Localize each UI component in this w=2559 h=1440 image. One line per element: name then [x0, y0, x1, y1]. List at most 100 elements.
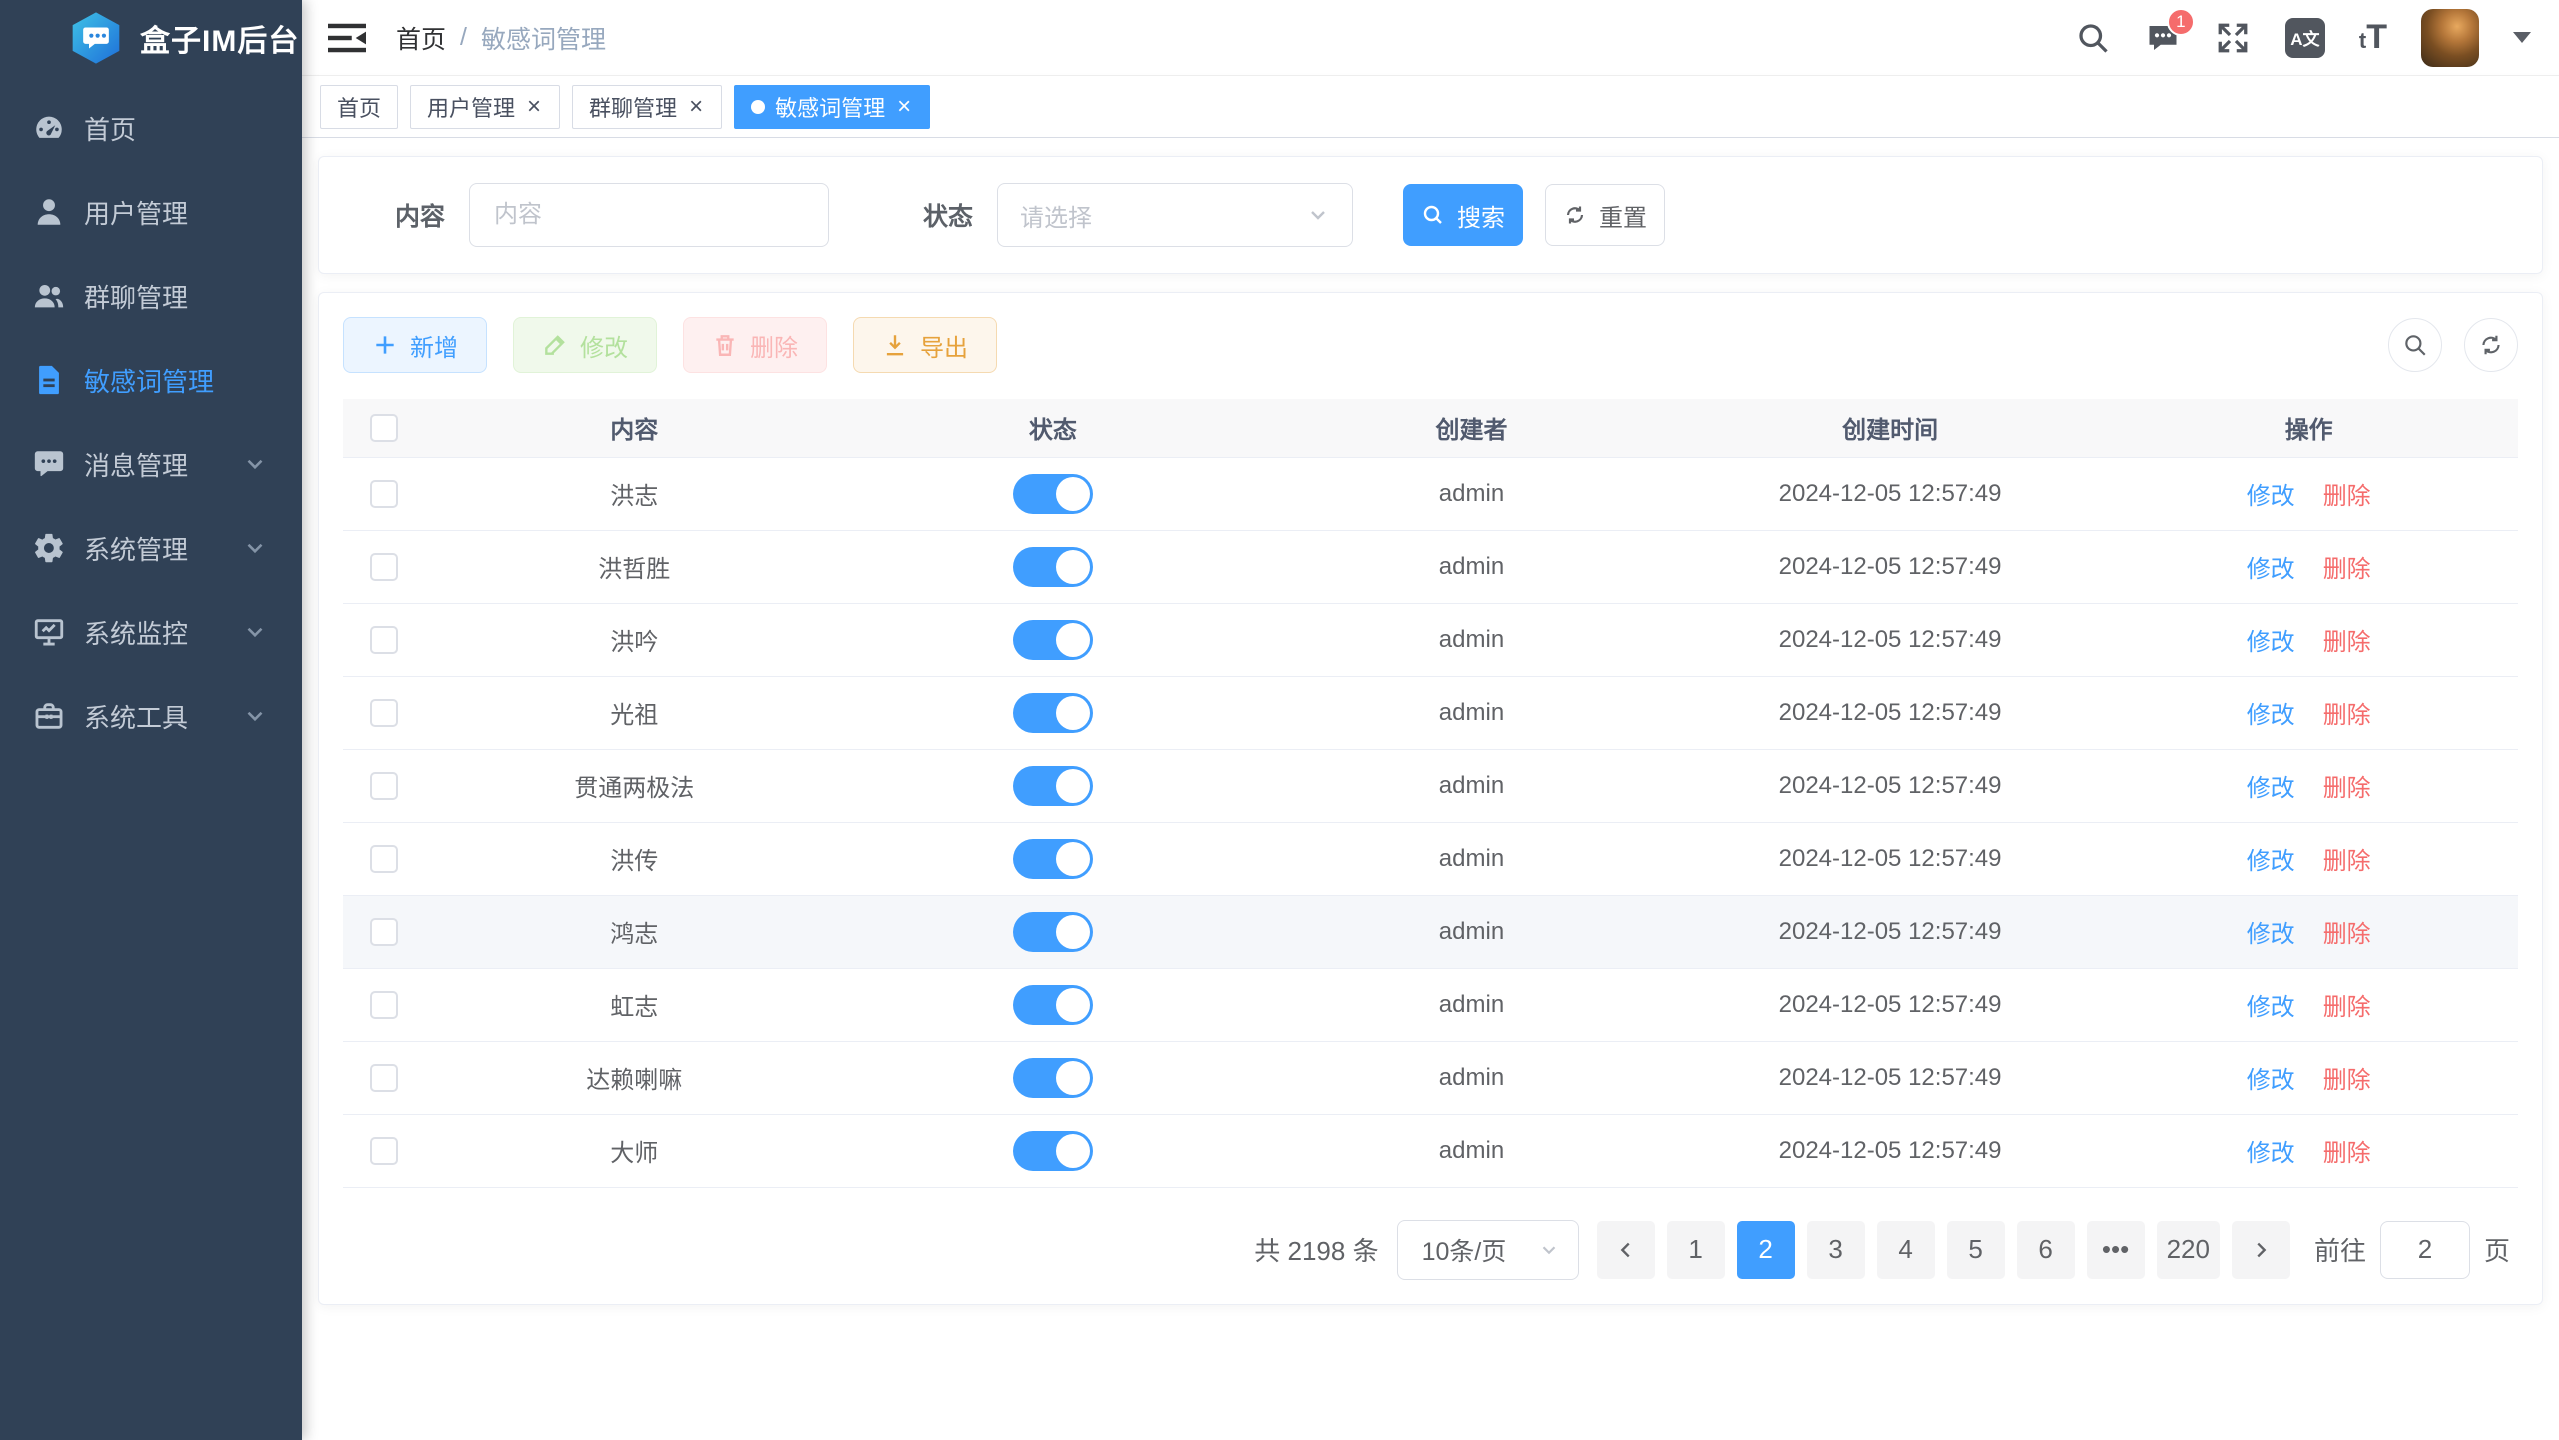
page-button[interactable]: 4	[1877, 1221, 1935, 1279]
prev-page-button[interactable]	[1597, 1221, 1655, 1279]
row-delete-link[interactable]: 删除	[2323, 848, 2371, 875]
sidebar-item-label: 消息管理	[84, 446, 242, 483]
sidebar-item-messages[interactable]: 消息管理	[0, 422, 302, 506]
sidebar-item-label: 系统管理	[84, 530, 242, 567]
toggle-knob	[1056, 988, 1090, 1022]
header-search-icon[interactable]	[2075, 20, 2111, 56]
content-filter-input[interactable]	[469, 183, 829, 247]
status-toggle-on[interactable]	[1013, 766, 1093, 806]
page-button[interactable]: 2	[1737, 1221, 1795, 1279]
status-toggle-on[interactable]	[1013, 1058, 1093, 1098]
sidebar-collapse-icon[interactable]	[328, 22, 366, 54]
language-translate-icon[interactable]: A文	[2285, 18, 2325, 58]
row-delete-link[interactable]: 删除	[2323, 1140, 2371, 1167]
row-checkbox[interactable]	[370, 626, 398, 654]
sidebar-item-label: 系统监控	[84, 614, 242, 651]
row-delete-link[interactable]: 删除	[2323, 629, 2371, 656]
status-toggle-on[interactable]	[1013, 839, 1093, 879]
status-toggle-on[interactable]	[1013, 547, 1093, 587]
row-checkbox[interactable]	[370, 918, 398, 946]
status-toggle-on[interactable]	[1013, 474, 1093, 514]
row-checkbox[interactable]	[370, 553, 398, 581]
status-toggle-on[interactable]	[1013, 985, 1093, 1025]
sidebar-item-groups[interactable]: 群聊管理	[0, 254, 302, 338]
row-checkbox[interactable]	[370, 1064, 398, 1092]
tab-close-icon[interactable]: ×	[525, 95, 543, 119]
row-checkbox[interactable]	[370, 480, 398, 508]
sidebar-item-system-management[interactable]: 系统管理	[0, 506, 302, 590]
row-checkbox[interactable]	[370, 772, 398, 800]
row-edit-link[interactable]: 修改	[2247, 1067, 2295, 1094]
app-logo[interactable]: 盒子IM后台	[0, 0, 302, 76]
row-delete-link[interactable]: 删除	[2323, 921, 2371, 948]
pager-ellipsis[interactable]: •••	[2087, 1221, 2145, 1279]
chevron-left-icon	[1615, 1239, 1637, 1261]
plus-icon	[372, 332, 398, 358]
reset-button[interactable]: 重置	[1545, 184, 1665, 246]
fullscreen-icon[interactable]	[2215, 20, 2251, 56]
tab-group-management[interactable]: 群聊管理 ×	[572, 85, 722, 129]
row-edit-link[interactable]: 修改	[2247, 556, 2295, 583]
row-edit-link[interactable]: 修改	[2247, 994, 2295, 1021]
row-delete-link[interactable]: 删除	[2323, 483, 2371, 510]
row-edit-link[interactable]: 修改	[2247, 1140, 2295, 1167]
row-edit-link[interactable]: 修改	[2247, 775, 2295, 802]
status-toggle-on[interactable]	[1013, 1131, 1093, 1171]
row-checkbox[interactable]	[370, 991, 398, 1019]
font-size-icon[interactable]: tT	[2359, 18, 2387, 57]
row-edit-link[interactable]: 修改	[2247, 702, 2295, 729]
toggle-search-button[interactable]	[2388, 318, 2442, 372]
row-edit-link[interactable]: 修改	[2247, 483, 2295, 510]
status-toggle-on[interactable]	[1013, 693, 1093, 733]
row-delete-link[interactable]: 删除	[2323, 556, 2371, 583]
user-avatar[interactable]	[2421, 9, 2479, 67]
row-edit-link[interactable]: 修改	[2247, 629, 2295, 656]
row-edit-link[interactable]: 修改	[2247, 848, 2295, 875]
sidebar-item-users[interactable]: 用户管理	[0, 170, 302, 254]
refresh-table-button[interactable]	[2464, 318, 2518, 372]
page-button[interactable]: 6	[2017, 1221, 2075, 1279]
sidebar-item-system-tools[interactable]: 系统工具	[0, 674, 302, 758]
select-all-checkbox[interactable]	[370, 414, 398, 442]
tab-close-icon[interactable]: ×	[687, 95, 705, 119]
row-edit-link[interactable]: 修改	[2247, 921, 2295, 948]
page-button[interactable]: 1	[1667, 1221, 1725, 1279]
avatar-dropdown-caret-icon[interactable]	[2513, 32, 2531, 43]
row-delete-link[interactable]: 删除	[2323, 775, 2371, 802]
tab-user-management[interactable]: 用户管理 ×	[410, 85, 560, 129]
row-checkbox[interactable]	[370, 1137, 398, 1165]
row-checkbox[interactable]	[370, 699, 398, 727]
row-delete-link[interactable]: 删除	[2323, 1067, 2371, 1094]
goto-page-input[interactable]	[2380, 1221, 2470, 1279]
page-button[interactable]: 5	[1947, 1221, 2005, 1279]
status-filter-select[interactable]: 请选择	[997, 183, 1353, 247]
sidebar-item-home[interactable]: 首页	[0, 86, 302, 170]
page-content: 内容 状态 请选择 搜索 重置 新增	[302, 138, 2559, 1440]
status-toggle-on[interactable]	[1013, 620, 1093, 660]
edit-button[interactable]: 修改	[513, 317, 657, 373]
delete-button[interactable]: 删除	[683, 317, 827, 373]
page-button[interactable]: 220	[2157, 1221, 2220, 1279]
tab-sensitive-words[interactable]: 敏感词管理 ×	[734, 85, 930, 129]
export-button[interactable]: 导出	[853, 317, 997, 373]
sidebar-item-system-monitor[interactable]: 系统监控	[0, 590, 302, 674]
table-row: 鸿志 admin 2024-12-05 12:57:49 修改删除	[343, 895, 2518, 968]
toggle-knob	[1056, 623, 1090, 657]
tab-close-icon[interactable]: ×	[895, 95, 913, 119]
toggle-knob	[1056, 477, 1090, 511]
page-size-select[interactable]: 10条/页	[1397, 1220, 1579, 1280]
messages-icon[interactable]: 1	[2145, 20, 2181, 56]
edit-icon	[542, 332, 568, 358]
add-button[interactable]: 新增	[343, 317, 487, 373]
search-button[interactable]: 搜索	[1403, 184, 1523, 246]
sidebar-item-sensitive-words[interactable]: 敏感词管理	[0, 338, 302, 422]
page-button[interactable]: 3	[1807, 1221, 1865, 1279]
breadcrumb-home[interactable]: 首页	[396, 20, 446, 56]
next-page-button[interactable]	[2232, 1221, 2290, 1279]
page-number-buttons: 123456•••220	[1667, 1221, 2220, 1279]
tab-home[interactable]: 首页	[320, 85, 398, 129]
row-delete-link[interactable]: 删除	[2323, 994, 2371, 1021]
row-delete-link[interactable]: 删除	[2323, 702, 2371, 729]
status-toggle-on[interactable]	[1013, 912, 1093, 952]
row-checkbox[interactable]	[370, 845, 398, 873]
